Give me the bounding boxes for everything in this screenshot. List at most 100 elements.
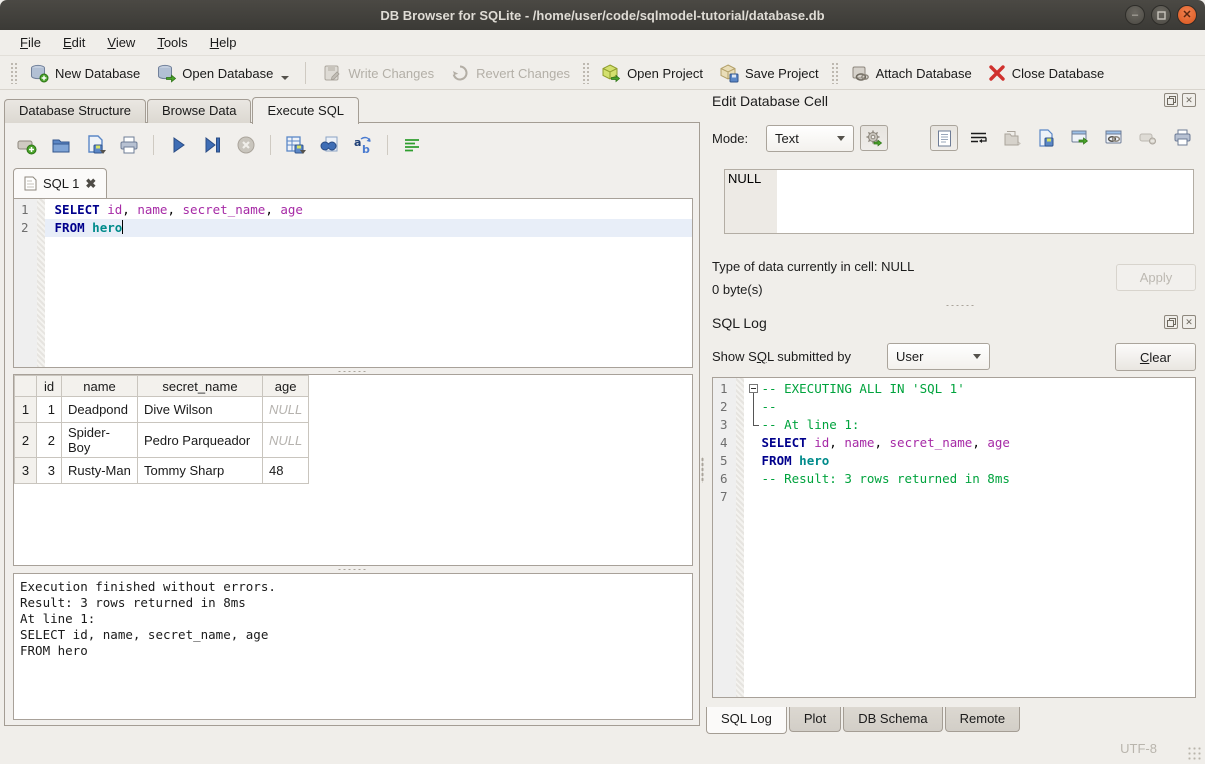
encoding-indicator[interactable]: UTF-8	[1120, 741, 1157, 756]
word-wrap-button[interactable]	[964, 125, 992, 151]
main-toolbar: New Database Open Database Write Changes…	[0, 57, 1205, 90]
auto-apply-button[interactable]	[860, 125, 888, 151]
dock-tab-plot[interactable]: Plot	[789, 707, 841, 732]
column-header-secret-name[interactable]: secret_name	[138, 376, 263, 397]
tab-browse-data[interactable]: Browse Data	[147, 99, 251, 123]
open-project-button[interactable]: Open Project	[593, 59, 711, 87]
find-button[interactable]	[317, 133, 341, 157]
log-line[interactable]	[744, 488, 1195, 506]
close-database-button[interactable]: Close Database	[980, 60, 1113, 86]
text-mode-button[interactable]	[930, 125, 958, 151]
row-header[interactable]: 2	[15, 423, 37, 458]
new-database-button[interactable]: New Database	[21, 59, 148, 87]
table-cell[interactable]: Rusty-Man	[62, 458, 138, 484]
log-code-area[interactable]: -- EXECUTING ALL IN 'SQL 1'---- At line …	[744, 378, 1195, 697]
table-cell[interactable]: Tommy Sharp	[138, 458, 263, 484]
fold-marker[interactable]	[746, 380, 762, 398]
table-cell[interactable]: 2	[37, 423, 62, 458]
menu-help[interactable]: Help	[200, 32, 247, 53]
dock-tab-remote[interactable]: Remote	[945, 707, 1021, 732]
main-splitter[interactable]	[699, 450, 705, 490]
chevron-down-icon	[973, 354, 981, 359]
results-message-splitter[interactable]	[5, 566, 699, 572]
editor-line[interactable]: SELECT id, name, secret_name, age	[45, 201, 692, 219]
table-cell[interactable]: NULL	[263, 397, 309, 423]
save-project-button[interactable]: Save Project	[711, 59, 827, 87]
edit-cell-close-button[interactable]: ✕	[1182, 93, 1196, 107]
dock-splitter[interactable]	[740, 302, 1180, 308]
log-line[interactable]: -- Result: 3 rows returned in 8ms	[744, 470, 1195, 488]
menu-tools[interactable]: Tools	[147, 32, 197, 53]
execute-all-button[interactable]	[166, 133, 190, 157]
log-line[interactable]: --	[744, 398, 1195, 416]
sql-log-view[interactable]: 1234567 -- EXECUTING ALL IN 'SQL 1'---- …	[712, 377, 1196, 698]
table-row: 11DeadpondDive WilsonNULL	[15, 397, 309, 423]
titlebar[interactable]: DB Browser for SQLite - /home/user/code/…	[0, 0, 1205, 30]
clear-log-button[interactable]: Clear	[1115, 343, 1196, 371]
sql-log-close-button[interactable]: ✕	[1182, 315, 1196, 329]
link-icon	[1105, 130, 1123, 146]
log-line[interactable]: -- At line 1:	[744, 416, 1195, 434]
table-cell[interactable]: Deadpond	[62, 397, 138, 423]
log-filter-combobox[interactable]: User	[887, 343, 990, 370]
sql-tab[interactable]: SQL 1 ✖	[13, 168, 107, 198]
print-cell-button[interactable]	[1168, 125, 1196, 151]
table-cell[interactable]: Dive Wilson	[138, 397, 263, 423]
menu-file[interactable]: File	[10, 32, 51, 53]
open-sql-file-button[interactable]	[49, 133, 73, 157]
column-header-name[interactable]: name	[62, 376, 138, 397]
dock-tab-sql-log[interactable]: SQL Log	[706, 707, 787, 734]
save-sql-file-button[interactable]	[83, 133, 107, 157]
dock-tab-db-schema[interactable]: DB Schema	[843, 707, 942, 732]
link-button[interactable]	[1100, 125, 1128, 151]
export-results-button[interactable]	[283, 133, 307, 157]
open-database-button[interactable]: Open Database	[148, 59, 297, 87]
cell-value-editor[interactable]: NULL	[724, 169, 1194, 234]
cell-editor-area[interactable]	[777, 170, 1193, 233]
mode-combobox[interactable]: Text	[766, 125, 854, 152]
column-header-id[interactable]: id	[37, 376, 62, 397]
save-sql-dropdown-icon[interactable]	[100, 150, 106, 154]
table-cell[interactable]: Pedro Parqueador	[138, 423, 263, 458]
open-external-button[interactable]	[1066, 125, 1094, 151]
export-file-icon	[1037, 129, 1055, 147]
sql-tab-close-icon[interactable]: ✖	[85, 176, 96, 192]
editor-line[interactable]: FROM hero	[45, 219, 692, 237]
table-cell[interactable]: NULL	[263, 423, 309, 458]
open-database-dropdown-icon[interactable]	[281, 76, 289, 80]
table-cell[interactable]: 3	[37, 458, 62, 484]
line-number: 7	[713, 488, 736, 506]
row-header[interactable]: 1	[15, 397, 37, 423]
corner-header[interactable]	[15, 376, 37, 397]
sql-editor[interactable]: 12 SELECT id, name, secret_name, ageFROM…	[13, 198, 693, 368]
close-window-button[interactable]: ✕	[1177, 5, 1197, 25]
editor-code-area[interactable]: SELECT id, name, secret_name, ageFROM he…	[45, 199, 692, 367]
resize-grip[interactable]	[1187, 746, 1201, 760]
menu-view[interactable]: View	[97, 32, 145, 53]
minimize-button[interactable]: –	[1125, 5, 1145, 25]
log-line[interactable]: -- EXECUTING ALL IN 'SQL 1'	[744, 380, 1195, 398]
row-header[interactable]: 3	[15, 458, 37, 484]
maximize-button[interactable]	[1151, 5, 1171, 25]
sql-log-float-button[interactable]	[1164, 315, 1178, 329]
tab-execute-sql[interactable]: Execute SQL	[252, 97, 359, 124]
print-button[interactable]	[117, 133, 141, 157]
table-cell[interactable]: 48	[263, 458, 309, 484]
tab-database-structure[interactable]: Database Structure	[4, 99, 146, 123]
log-line[interactable]: FROM hero	[744, 452, 1195, 470]
table-cell[interactable]: 1	[37, 397, 62, 423]
export-file-button[interactable]	[1032, 125, 1060, 151]
column-header-age[interactable]: age	[263, 376, 309, 397]
find-replace-button[interactable]: a b	[351, 133, 375, 157]
new-sql-tab-button[interactable]	[15, 133, 39, 157]
format-sql-button[interactable]	[400, 133, 424, 157]
table-cell[interactable]: Spider-Boy	[62, 423, 138, 458]
execute-current-line-button[interactable]	[200, 133, 224, 157]
stop-button	[234, 133, 258, 157]
export-results-dropdown-icon[interactable]	[300, 150, 306, 154]
menu-edit[interactable]: Edit	[53, 32, 95, 53]
attach-database-button[interactable]: Attach Database	[842, 59, 980, 87]
log-line[interactable]: SELECT id, name, secret_name, age	[744, 434, 1195, 452]
import-file-button	[998, 125, 1026, 151]
edit-cell-float-button[interactable]	[1164, 93, 1178, 107]
